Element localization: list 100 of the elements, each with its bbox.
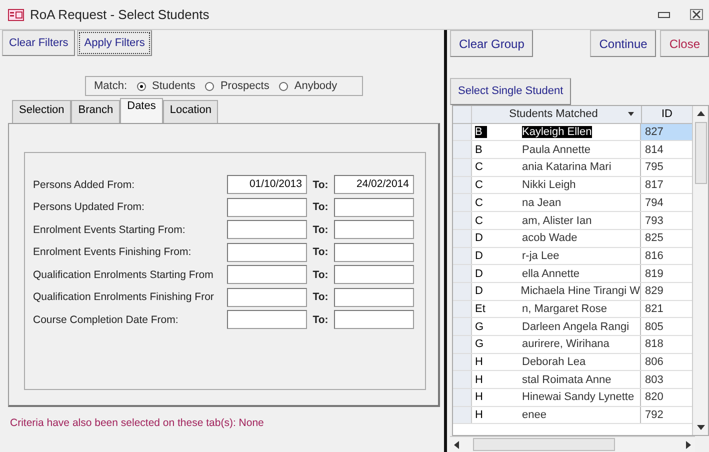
match-label: Match:	[94, 80, 128, 92]
table-cell-text: H	[475, 391, 484, 404]
table-cell-text: 795	[644, 160, 664, 176]
field-label: Persons Updated From:	[33, 201, 146, 214]
toolbar-button[interactable]: Apply Filters	[77, 30, 152, 56]
table-cell-text: 805	[644, 320, 664, 335]
date-from-field[interactable]	[227, 242, 307, 262]
field-label: Qualification Enrolments Finishing Fror	[33, 291, 215, 304]
table-cell-text: 820	[644, 390, 664, 406]
column-header[interactable]: Students Matched	[472, 106, 642, 123]
table-cell-text: 829	[644, 284, 664, 300]
table-cell: Nikki Leigh	[522, 179, 576, 192]
table-cell-text: C	[475, 179, 484, 192]
clear-group-button[interactable]: Clear Group	[450, 30, 534, 57]
radio-button[interactable]	[205, 82, 214, 90]
date-from-field[interactable]	[227, 310, 307, 330]
scroll-thumb[interactable]	[694, 122, 706, 184]
table-cell: ania Katarina Mari	[522, 161, 612, 174]
table-cell-text: 818	[644, 337, 664, 352]
table-cell: Paula Annette	[522, 144, 591, 156]
table-cell-text: D	[475, 232, 484, 244]
radio-label[interactable]: Students	[152, 80, 196, 92]
table-cell: Kayleigh Ellen	[522, 126, 592, 138]
table-cell-text: B	[475, 144, 484, 156]
form-icon	[8, 8, 24, 20]
radio-label[interactable]: Anybody	[294, 80, 338, 92]
date-to-field[interactable]	[334, 220, 414, 240]
date-to-field[interactable]	[334, 242, 414, 262]
field-label: Qualification Enrolments Starting From	[33, 268, 214, 281]
horizontal-scrollbar[interactable]	[450, 436, 695, 452]
to-label: To:	[312, 224, 330, 236]
date-from-field[interactable]	[227, 198, 307, 217]
table-cell: Darleen Angela Rangi	[522, 320, 630, 333]
table-cell-text: D	[475, 250, 484, 262]
radio-label[interactable]: Prospects	[220, 80, 270, 92]
radio-button[interactable]	[137, 82, 146, 90]
to-label: To:	[312, 246, 330, 258]
table-cell-text: 792	[644, 408, 664, 424]
date-to-field[interactable]: 24/02/2014	[334, 175, 414, 194]
tab[interactable]: Branch	[71, 100, 120, 123]
table-cell-text: 814	[644, 142, 664, 158]
table-cell: acob Wade	[522, 232, 578, 244]
table-cell: am, Alister Ian	[522, 214, 592, 226]
table-cell-text: H	[475, 356, 484, 368]
scroll-left-icon[interactable]	[454, 440, 459, 449]
table-cell-text: C	[475, 196, 484, 209]
toolbar-button[interactable]: Continue	[590, 30, 656, 57]
scroll-up-icon[interactable]	[696, 110, 704, 116]
table-cell-text: G	[475, 320, 485, 333]
toolbar-button[interactable]: Close	[660, 30, 709, 57]
table-cell: n, Margaret Rose	[522, 302, 607, 315]
table-cell-text: 794	[644, 196, 664, 211]
table-cell: B	[475, 126, 487, 138]
date-to-field[interactable]	[334, 198, 414, 217]
table-cell-text: D	[475, 285, 484, 298]
table-cell-text: 817	[644, 178, 664, 194]
tab[interactable]: Location	[162, 100, 218, 123]
date-from-field[interactable]	[227, 220, 307, 240]
field-label: Course Completion Date From:	[33, 314, 180, 326]
to-label: To:	[312, 314, 330, 326]
date-from-field[interactable]: 01/10/2013	[227, 175, 307, 194]
scroll-thumb[interactable]	[473, 438, 615, 452]
column-header[interactable]: ID	[642, 106, 692, 123]
table-cell: aurirere, Wirihana	[522, 338, 610, 350]
radio-button[interactable]	[279, 82, 288, 90]
table-cell: r-ja Lee	[522, 250, 560, 262]
table-cell-text: H	[475, 374, 484, 386]
window-title: RoA Request - Select Students	[30, 7, 210, 22]
date-from-field[interactable]	[227, 265, 307, 284]
table-cell-text: 825	[644, 231, 664, 246]
table-cell: Michaela Hine Tirangi W	[520, 285, 640, 298]
field-label: Enrolment Events Starting From:	[33, 224, 186, 236]
table-cell-text: H	[475, 409, 484, 422]
dropdown-icon[interactable]	[628, 112, 634, 116]
table-cell-text: D	[475, 268, 484, 280]
table-cell: Hinewai Sandy Lynette	[522, 391, 634, 404]
date-to-field[interactable]	[334, 288, 414, 307]
table-cell: 827	[641, 124, 692, 140]
table-cell-text: 816	[644, 248, 664, 264]
field-label: Enrolment Events Finishing From:	[33, 246, 192, 258]
toolbar-button[interactable]: Clear Filters	[2, 30, 76, 56]
to-label: To:	[312, 201, 330, 214]
field-label: Persons Added From:	[33, 178, 136, 191]
date-to-field[interactable]	[334, 265, 414, 284]
table-cell-text: C	[475, 161, 484, 174]
select-single-student-button[interactable]: Select Single Student	[450, 78, 572, 105]
close-icon[interactable]	[690, 9, 703, 20]
to-label: To:	[312, 178, 330, 191]
date-from-field[interactable]	[227, 288, 307, 307]
scroll-right-icon[interactable]	[686, 440, 691, 449]
tab[interactable]: Selection	[12, 100, 72, 123]
table-cell-text: 793	[644, 214, 664, 228]
tab[interactable]: Dates	[120, 98, 163, 123]
table-cell-text: 806	[644, 355, 664, 370]
vertical-scrollbar[interactable]	[692, 106, 708, 436]
minimize-icon[interactable]	[658, 12, 670, 18]
date-to-field[interactable]	[334, 310, 414, 330]
scroll-down-icon[interactable]	[696, 425, 704, 430]
table-cell: stal Roimata Anne	[522, 374, 612, 386]
criteria-note: Criteria have also been selected on these tab(s): None	[9, 416, 265, 431]
